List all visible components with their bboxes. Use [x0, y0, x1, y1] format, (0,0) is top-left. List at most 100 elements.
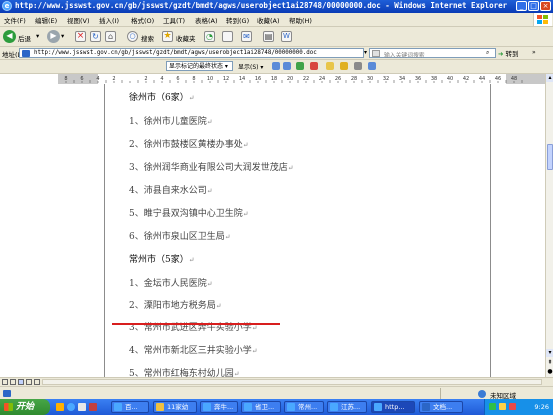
ruler-number: 26: [335, 76, 341, 82]
home-icon[interactable]: ⌂: [105, 31, 116, 42]
horizontal-scrollbar[interactable]: [42, 379, 542, 385]
quicklaunch-icon[interactable]: [56, 403, 64, 411]
network-icon[interactable]: [489, 403, 496, 410]
back-arrow-icon[interactable]: ◀: [3, 30, 16, 43]
ruler-number: 8: [64, 76, 67, 82]
menu-view[interactable]: 视图(V): [67, 15, 90, 25]
ruler-number: 38: [431, 76, 437, 82]
ruler-ticks: 8 6 4 2 2 4 6 8 10 12 14 16 18 20 22 24 26 28 30 32 34 36 38 40…: [64, 76, 523, 83]
reading-layout-icon[interactable]: [34, 379, 40, 385]
menu-edit[interactable]: 编辑(E): [35, 15, 57, 25]
close-button[interactable]: ×: [540, 1, 551, 11]
quicklaunch-ie-icon[interactable]: [67, 403, 75, 411]
links-chevron-icon[interactable]: »: [532, 49, 536, 56]
menu-format[interactable]: 格式(O): [131, 15, 154, 25]
search-button-label[interactable]: 搜索: [141, 33, 154, 43]
magnifier-icon[interactable]: ⌕: [486, 49, 489, 57]
taskbar-button[interactable]: 11家幼: [153, 401, 197, 413]
menu-favorites[interactable]: 收藏(A): [257, 15, 280, 25]
previous-change-icon[interactable]: [272, 62, 280, 70]
ruler-number: 16: [255, 76, 261, 82]
go-button[interactable]: ➜ 转到: [498, 48, 519, 58]
back-button-label[interactable]: 后退: [18, 33, 31, 43]
ruler-number: 6: [80, 76, 83, 82]
next-change-icon[interactable]: [283, 62, 291, 70]
new-comment-icon[interactable]: [326, 62, 334, 70]
menu-table[interactable]: 表格(A): [195, 15, 218, 25]
markup-display-select[interactable]: 显示标记的最终状态 ▾: [166, 61, 233, 71]
menu-tools[interactable]: 工具(T): [163, 15, 185, 25]
doc-line: 常州市（5家）↵: [129, 255, 195, 265]
search-input[interactable]: 输入关键词搜索: [369, 48, 496, 59]
ie-window-icon: [330, 403, 338, 411]
menu-insert[interactable]: 插入(I): [99, 15, 119, 25]
start-button[interactable]: 开始: [0, 399, 50, 415]
taskbar-button[interactable]: 百...: [111, 401, 149, 413]
taskbar-button[interactable]: 江苏...: [327, 401, 367, 413]
doc-line: 4、沛县自来水公司↵: [129, 186, 213, 196]
ruler-number: 46: [495, 76, 501, 82]
page-left-margin: [58, 84, 104, 386]
word-document-icon: [422, 403, 430, 411]
ruler-number: 20: [287, 76, 293, 82]
history-icon[interactable]: ◔: [204, 31, 215, 42]
forward-arrow-icon[interactable]: ▶: [47, 30, 60, 43]
doc-line-highlighted: 3、常州市武进区奔牛实验小学↵: [129, 323, 258, 333]
navigation-toolbar: ◀ 后退 ▾ ▶ ▾ × ↻ ⌂ ○ 搜索 ★ 收藏夹 ◔ ✉ ▤ W: [0, 27, 553, 47]
scroll-down-icon[interactable]: ▾: [546, 349, 553, 357]
minimize-button[interactable]: _: [516, 1, 527, 11]
document-area[interactable]: 徐州市（6家）↵ 1、徐州市儿童医院↵ 2、徐州市鼓楼区黄楼办事处↵ 3、徐州润…: [0, 84, 545, 386]
taskbar-button[interactable]: 省卫...: [241, 401, 281, 413]
edit-icon[interactable]: W: [281, 31, 292, 42]
ruler-number: 30: [367, 76, 373, 82]
scroll-up-icon[interactable]: ▴: [546, 74, 553, 82]
doc-line: 1、金坛市人民医院↵: [129, 279, 213, 289]
red-underline-annotation: [112, 323, 280, 325]
web-layout-icon[interactable]: [10, 379, 16, 385]
scroll-thumb[interactable]: [547, 144, 553, 170]
previous-page-icon[interactable]: ⇞: [546, 359, 553, 367]
menu-goto[interactable]: 转到(G): [226, 15, 249, 25]
favorites-button-label[interactable]: 收藏夹: [176, 33, 196, 43]
search-icon[interactable]: ○: [127, 31, 138, 42]
print-icon[interactable]: ▤: [263, 31, 274, 42]
ie-window-icon: [287, 403, 295, 411]
vertical-scrollbar[interactable]: ▴ ▾ ⇞ ● ⇟: [545, 74, 553, 386]
refresh-icon[interactable]: ↻: [90, 31, 101, 42]
favorites-star-icon[interactable]: ★: [162, 31, 173, 42]
ruler-number: 48: [511, 76, 517, 82]
reject-change-icon[interactable]: [310, 62, 318, 70]
address-url: http://www.jsswst.gov.cn/gb/jsswst/gzdt/…: [34, 50, 317, 56]
title-bar[interactable]: e http://www.jsswst.gov.cn/gb/jsswst/gzd…: [0, 0, 553, 13]
quicklaunch-app-icon[interactable]: [89, 403, 97, 411]
volume-icon[interactable]: [499, 403, 506, 410]
security-icon[interactable]: [509, 403, 516, 410]
toolbar-box-icon[interactable]: [222, 31, 233, 42]
select-browse-object-icon[interactable]: ●: [546, 368, 553, 376]
taskbar-button[interactable]: 奔牛...: [200, 401, 238, 413]
menu-file[interactable]: 文件(F): [4, 15, 26, 25]
stop-icon[interactable]: ×: [75, 31, 86, 42]
accept-change-icon[interactable]: [296, 62, 304, 70]
forward-dropdown-icon[interactable]: ▾: [61, 32, 64, 40]
mail-icon[interactable]: ✉: [241, 31, 252, 42]
outline-view-icon[interactable]: [26, 379, 32, 385]
address-dropdown-icon[interactable]: ▾: [364, 49, 367, 56]
address-bar: 地址(D) http://www.jsswst.gov.cn/gb/jsswst…: [0, 47, 553, 60]
print-layout-icon[interactable]: [18, 379, 24, 385]
back-dropdown-icon[interactable]: ▾: [36, 32, 39, 40]
address-field[interactable]: http://www.jsswst.gov.cn/gb/jsswst/gzdt/…: [19, 48, 364, 58]
highlight-icon[interactable]: [340, 62, 348, 70]
quicklaunch-desktop-icon[interactable]: [78, 403, 86, 411]
maximize-button[interactable]: □: [528, 1, 539, 11]
reviewing-pane-icon[interactable]: [368, 62, 376, 70]
ruler-number: 2: [112, 76, 115, 82]
taskbar-button[interactable]: 常州...: [284, 401, 324, 413]
menu-help[interactable]: 帮助(H): [289, 15, 312, 25]
taskbar-button[interactable]: 文档...: [419, 401, 463, 413]
show-menu-button[interactable]: 显示(S) ▾: [238, 62, 263, 71]
normal-view-icon[interactable]: [2, 379, 8, 385]
track-changes-icon[interactable]: [354, 62, 362, 70]
taskbar-button-active[interactable]: http...: [371, 401, 415, 413]
go-arrow-icon: ➜: [498, 50, 504, 58]
